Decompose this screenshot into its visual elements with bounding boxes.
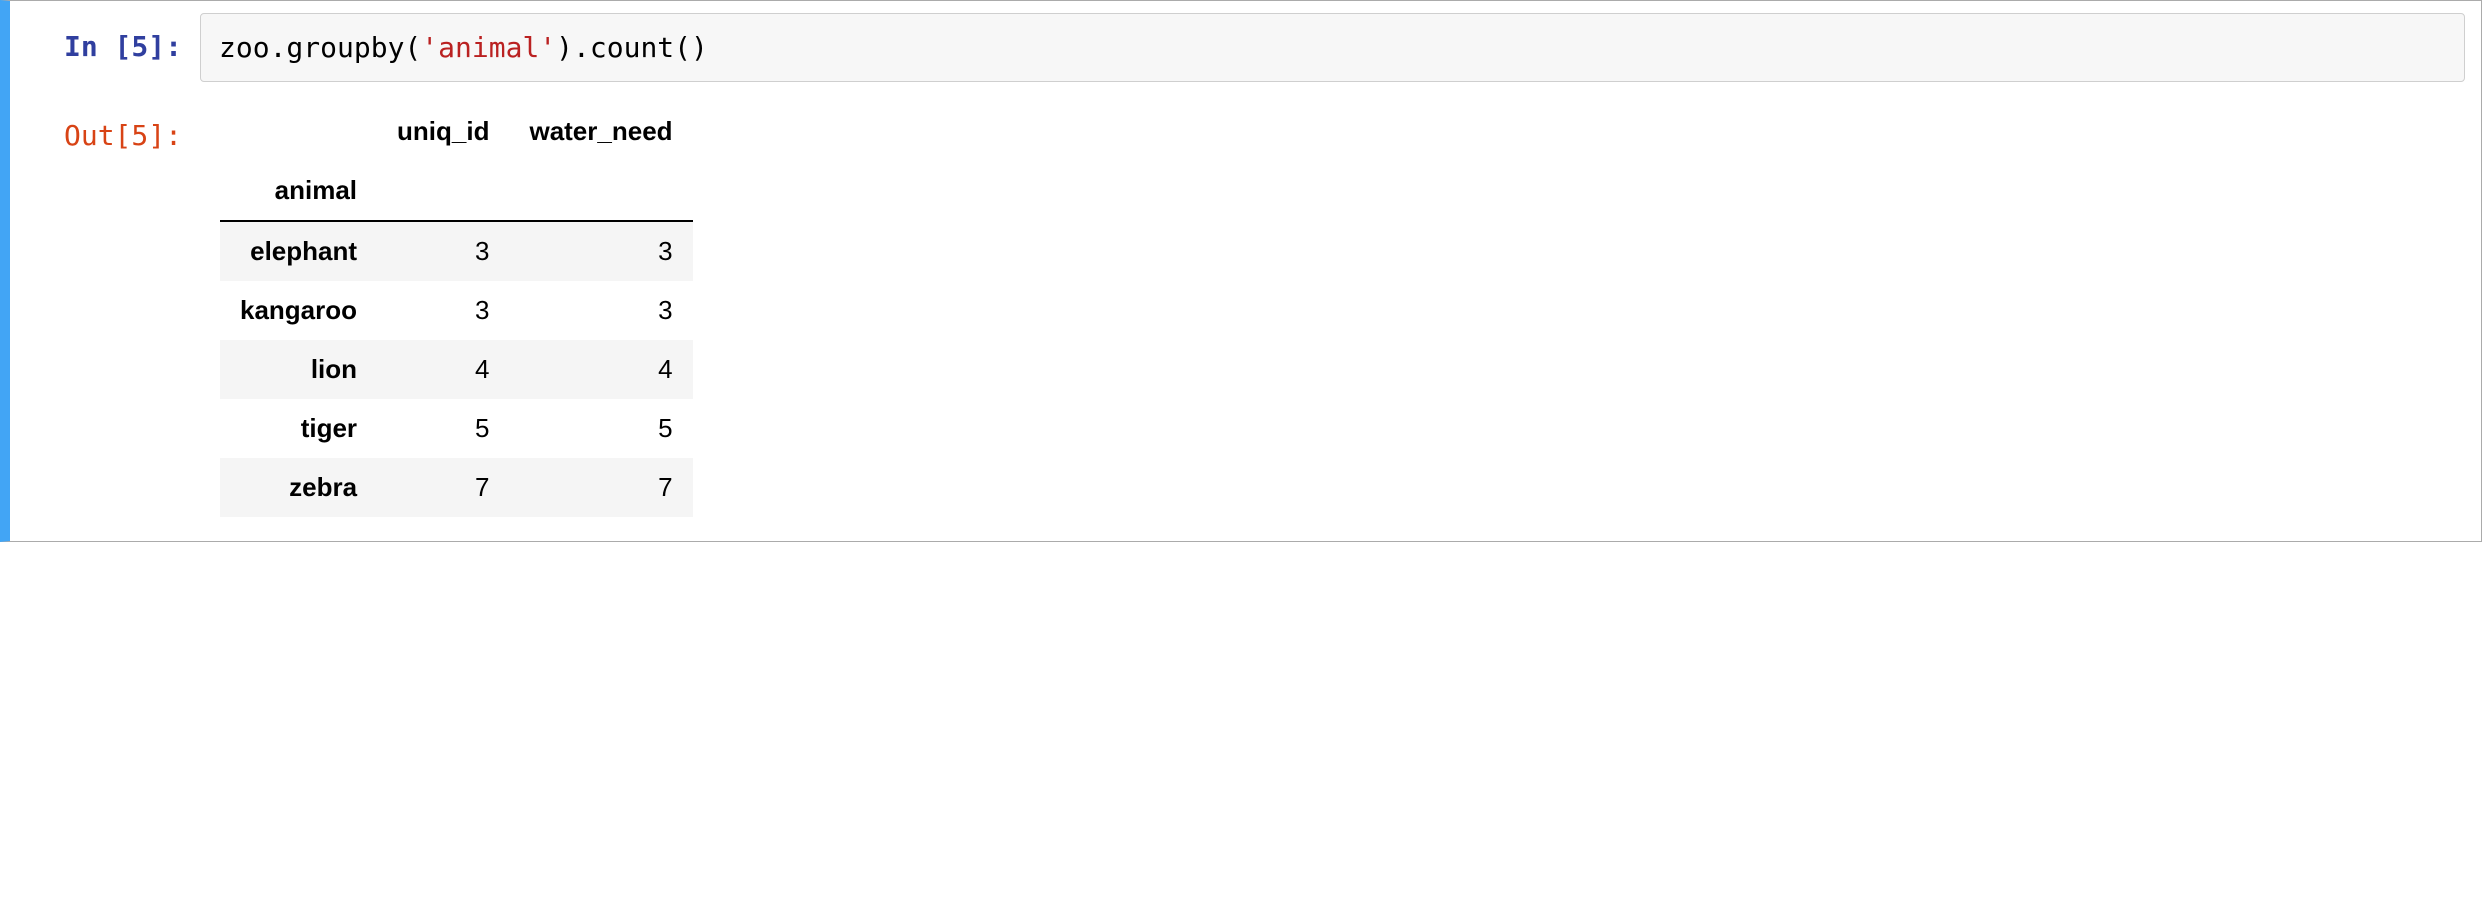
table-column-header: uniq_id	[377, 102, 509, 161]
code-token: ).count()	[556, 31, 708, 64]
table-row: kangaroo 3 3	[220, 281, 693, 340]
table-row: elephant 3 3	[220, 221, 693, 281]
code-token-string: 'animal'	[421, 31, 556, 64]
dataframe-table: uniq_id water_need animal elephant 3	[220, 102, 693, 517]
table-column-header: water_need	[509, 102, 692, 161]
table-row: zebra 7 7	[220, 458, 693, 517]
prompt-out-number: 5	[131, 119, 148, 152]
table-blank-header	[509, 161, 692, 221]
table-header-row: uniq_id water_need	[220, 102, 693, 161]
table-cell: 3	[509, 221, 692, 281]
code-input[interactable]: zoo.groupby('animal').count()	[200, 13, 2465, 82]
table-cell: 5	[509, 399, 692, 458]
table-row-index: elephant	[220, 221, 377, 281]
table-cell: 4	[509, 340, 692, 399]
input-area: In [5]: zoo.groupby('animal').count()	[10, 1, 2481, 94]
table-index-name: animal	[220, 161, 377, 221]
output-area: Out[5]: uniq_id water_need animal	[10, 94, 2481, 541]
table-cell: 3	[377, 221, 509, 281]
prompt-in-suffix: ]:	[148, 30, 182, 63]
table-row: lion 4 4	[220, 340, 693, 399]
table-cell: 5	[377, 399, 509, 458]
table-row-index: kangaroo	[220, 281, 377, 340]
table-cell: 7	[377, 458, 509, 517]
input-prompt: In [5]:	[10, 13, 200, 66]
table-cell: 4	[377, 340, 509, 399]
table-row-index: lion	[220, 340, 377, 399]
output-prompt: Out[5]:	[10, 102, 200, 155]
table-row: tiger 5 5	[220, 399, 693, 458]
prompt-in-prefix: In [	[64, 30, 131, 63]
output-content: uniq_id water_need animal elephant 3	[200, 102, 2465, 517]
table-cell: 3	[509, 281, 692, 340]
prompt-in-number: 5	[131, 30, 148, 63]
table-row-index: zebra	[220, 458, 377, 517]
notebook-cell: In [5]: zoo.groupby('animal').count() Ou…	[0, 0, 2482, 542]
prompt-out-prefix: Out[	[64, 119, 131, 152]
table-cell: 3	[377, 281, 509, 340]
table-index-name-row: animal	[220, 161, 693, 221]
prompt-out-suffix: ]:	[148, 119, 182, 152]
table-cell: 7	[509, 458, 692, 517]
code-token: zoo.groupby(	[219, 31, 421, 64]
table-row-index: tiger	[220, 399, 377, 458]
table-blank-header	[377, 161, 509, 221]
table-corner-blank	[220, 102, 377, 161]
